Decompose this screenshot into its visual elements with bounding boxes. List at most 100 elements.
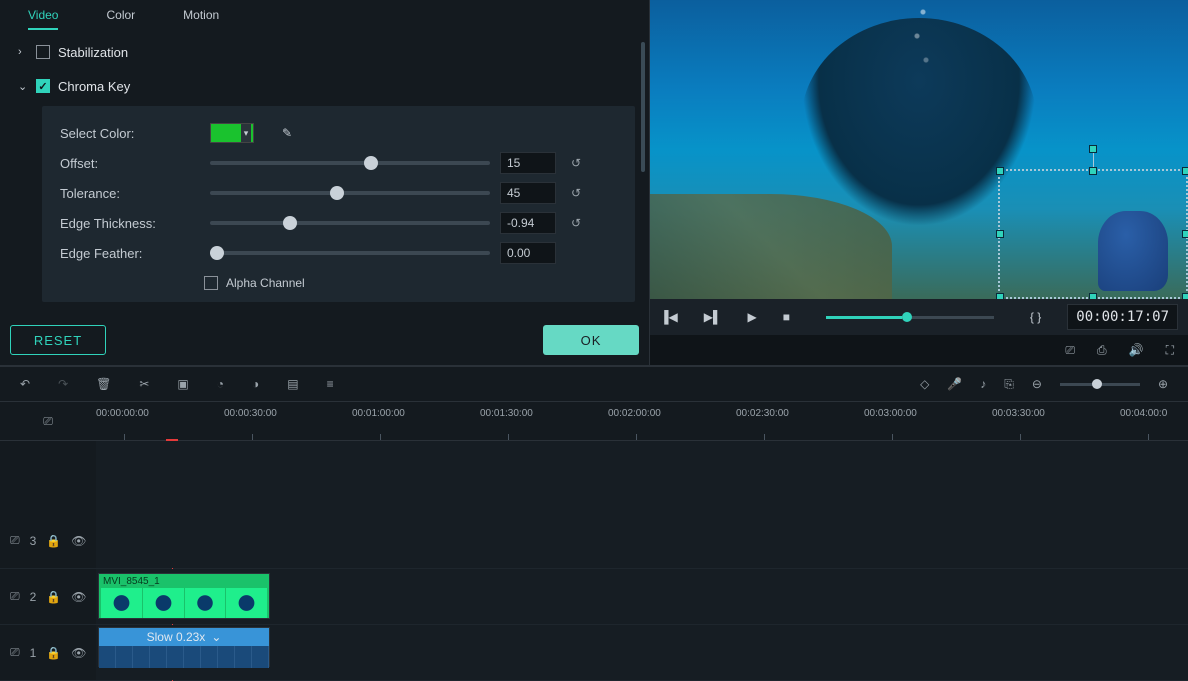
reset-tolerance-icon[interactable]: ↺ — [566, 186, 586, 200]
zoom-out-icon[interactable]: ⊖ — [1032, 377, 1042, 391]
green-screen-icon[interactable]: ▤ — [287, 377, 298, 391]
track-type-icon: ⎚ — [10, 589, 20, 604]
section-chroma-key[interactable]: ⌄ Chroma Key — [18, 72, 645, 100]
ok-button[interactable]: OK — [543, 325, 639, 355]
split-icon[interactable]: ✂ — [139, 377, 149, 391]
resize-handle[interactable] — [996, 230, 1004, 238]
speed-icon[interactable]: ◔ — [217, 377, 224, 391]
chroma-checkbox[interactable] — [36, 79, 50, 93]
volume-icon[interactable]: 🔊 — [1129, 343, 1144, 357]
stop-icon[interactable]: ■ — [783, 310, 790, 324]
ruler-tick: 00:03:30:00 — [992, 408, 1045, 419]
preview-viewport[interactable] — [650, 0, 1188, 299]
quality-icon[interactable]: ⎚ — [1065, 343, 1075, 358]
visibility-icon[interactable]: 👁 — [71, 590, 86, 604]
reset-button[interactable]: RESET — [10, 325, 106, 355]
lock-icon[interactable]: 🔒 — [46, 590, 61, 604]
color-icon[interactable]: ◑ — [252, 377, 259, 391]
eyedropper-icon[interactable]: ✎ — [282, 126, 292, 140]
properties-panel: › Stabilization ⌄ Chroma Key Select Colo… — [0, 30, 649, 315]
tolerance-label: Tolerance: — [60, 186, 200, 201]
offset-input[interactable] — [500, 152, 556, 174]
stabilization-label: Stabilization — [58, 45, 128, 60]
fullscreen-icon[interactable]: ⛶ — [1166, 343, 1174, 358]
reset-offset-icon[interactable]: ↺ — [566, 156, 586, 170]
lock-icon[interactable]: 🔒 — [46, 646, 61, 660]
chevron-down-icon[interactable]: ⌄ — [211, 630, 221, 644]
progress-bar[interactable] — [826, 316, 994, 319]
mixer-icon[interactable]: ♪ — [980, 377, 986, 391]
render-icon[interactable]: ⎘ — [1004, 377, 1014, 392]
timeline: ⎚ 00:00:00:0000:00:30:0000:01:00:0000:01… — [0, 402, 1188, 681]
next-frame-icon[interactable]: ▶▌ — [704, 310, 722, 324]
chevron-down-icon[interactable]: ⌄ — [18, 80, 36, 93]
dropdown-caret-icon[interactable]: ▾ — [241, 124, 251, 142]
scrollbar[interactable] — [641, 42, 645, 172]
resize-handle[interactable] — [1182, 293, 1188, 299]
resize-handle[interactable] — [1089, 293, 1097, 299]
zoom-in-icon[interactable]: ⊕ — [1158, 377, 1168, 391]
stabilization-checkbox[interactable] — [36, 45, 50, 59]
track-manager-icon[interactable]: ⎚ — [0, 402, 96, 440]
delete-icon[interactable]: 🗑 — [96, 377, 111, 391]
ruler-tick: 00:00:00:00 — [96, 408, 149, 419]
track-number: 3 — [30, 534, 37, 548]
visibility-icon[interactable]: 👁 — [71, 646, 86, 660]
edge-thickness-label: Edge Thickness: — [60, 216, 200, 231]
offset-slider[interactable] — [210, 161, 490, 165]
edge-feather-input[interactable] — [500, 242, 556, 264]
redo-icon[interactable]: ↷ — [58, 377, 68, 391]
track-type-icon: ⎚ — [10, 645, 20, 660]
edge-feather-slider[interactable] — [210, 251, 490, 255]
tab-motion[interactable]: Motion — [183, 8, 219, 30]
prev-frame-icon[interactable]: ▐◀ — [660, 310, 678, 324]
zoom-slider[interactable] — [1060, 383, 1140, 386]
time-ruler[interactable]: 00:00:00:0000:00:30:0000:01:00:0000:01:3… — [96, 402, 1188, 440]
record-voice-icon[interactable]: 🎤 — [947, 377, 962, 391]
transform-gizmo[interactable] — [998, 169, 1188, 299]
track-type-icon: ⎚ — [10, 533, 20, 548]
reset-edge-thickness-icon[interactable]: ↺ — [566, 216, 586, 230]
visibility-icon[interactable]: 👁 — [71, 534, 86, 548]
alpha-channel-label: Alpha Channel — [226, 276, 305, 290]
ruler-tick: 00:01:30:00 — [480, 408, 533, 419]
lock-icon[interactable]: 🔒 — [46, 534, 61, 548]
chroma-label: Chroma Key — [58, 79, 130, 94]
resize-handle[interactable] — [996, 167, 1004, 175]
overlay-content — [1098, 211, 1168, 291]
crop-icon[interactable]: ▣ — [177, 377, 188, 391]
speed-label: Slow 0.23x — [147, 630, 206, 644]
alpha-channel-checkbox[interactable] — [204, 276, 218, 290]
edge-feather-label: Edge Feather: — [60, 246, 200, 261]
tab-color[interactable]: Color — [106, 8, 135, 30]
chroma-key-controls: Select Color: ▾ ✎ Offset: ↺ Tolerance: — [42, 106, 635, 302]
resize-handle[interactable] — [1182, 230, 1188, 238]
video-clip-main[interactable]: Slow 0.23x ⌄ — [98, 627, 270, 667]
marker-icon[interactable]: ◇ — [920, 377, 929, 391]
markers-icon[interactable]: { } — [1030, 310, 1041, 324]
transport-bar: ▐◀ ▶▌ ▶ ■ { } 00:00:17:07 — [650, 299, 1188, 335]
edge-thickness-input[interactable] — [500, 212, 556, 234]
ruler-tick: 00:02:30:00 — [736, 408, 789, 419]
ruler-tick: 00:01:00:00 — [352, 408, 405, 419]
track-area: ⎚ 3 🔒 👁 ⎚ 2 🔒 👁 MVI_8545_1 — [0, 441, 1188, 681]
play-icon[interactable]: ▶ — [747, 310, 756, 324]
tab-video[interactable]: Video — [28, 8, 58, 30]
track-number: 2 — [30, 590, 37, 604]
adjust-icon[interactable]: ≡ — [327, 377, 334, 391]
color-picker[interactable]: ▾ — [210, 123, 254, 143]
chevron-right-icon[interactable]: › — [18, 46, 36, 58]
tolerance-slider[interactable] — [210, 191, 490, 195]
offset-label: Offset: — [60, 156, 200, 171]
resize-handle[interactable] — [1089, 167, 1097, 175]
section-stabilization[interactable]: › Stabilization — [18, 38, 645, 66]
edge-thickness-slider[interactable] — [210, 221, 490, 225]
rotate-handle[interactable] — [1089, 145, 1097, 153]
undo-icon[interactable]: ↶ — [20, 377, 30, 391]
video-clip[interactable]: MVI_8545_1 — [98, 573, 270, 619]
snapshot-icon[interactable]: ⎙ — [1097, 343, 1107, 358]
resize-handle[interactable] — [1182, 167, 1188, 175]
tolerance-input[interactable] — [500, 182, 556, 204]
timecode-display: 00:00:17:07 — [1067, 304, 1178, 330]
resize-handle[interactable] — [996, 293, 1004, 299]
